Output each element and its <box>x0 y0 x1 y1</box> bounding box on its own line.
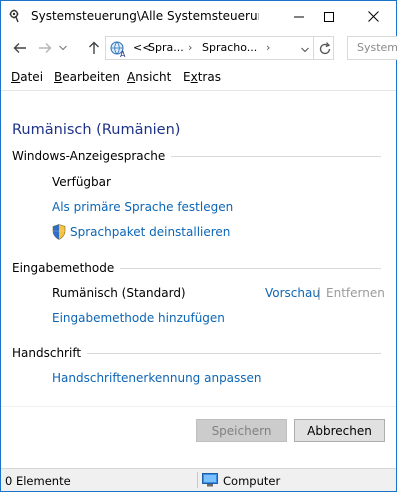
link-separator: | <box>317 286 322 300</box>
menu-bearbeiten[interactable]: Bearbeiten <box>54 70 120 84</box>
location-label: Computer <box>223 474 281 488</box>
control-panel-window: Systemsteuerung\Alle Systemsteuerungs... <box>0 0 397 492</box>
arrow-left-icon <box>13 43 26 53</box>
navigation-bar: A << Spra... › Spracho... › Systems <box>1 32 397 64</box>
add-input-method-link[interactable]: Eingabemethode hinzufügen <box>52 311 225 325</box>
footer-divider <box>1 406 396 407</box>
address-dropdown-icon[interactable] <box>301 47 309 53</box>
section-heading-handwriting: Handschrift <box>12 346 88 360</box>
uac-shield-icon <box>52 224 66 240</box>
menu-datei-label: atei <box>20 70 44 84</box>
breadcrumb-chevron-icon[interactable]: › <box>188 41 192 54</box>
input-method-name: Rumänisch (Standard) <box>52 286 186 300</box>
status-divider <box>197 472 198 488</box>
back-button[interactable] <box>9 37 31 59</box>
maximize-button[interactable] <box>309 1 349 32</box>
title-bar[interactable]: Systemsteuerung\Alle Systemsteuerungs... <box>1 1 396 32</box>
customize-handwriting-link[interactable]: Handschriftenerkennung anpassen <box>52 371 262 385</box>
display-language-status: Verfügbar <box>52 175 111 189</box>
breadcrumb-chevron-icon[interactable]: › <box>266 41 270 54</box>
section-heading-display-language: Windows-Anzeigesprache <box>12 149 172 163</box>
forward-button[interactable] <box>34 37 56 59</box>
cancel-button[interactable]: Abbrechen <box>294 419 385 442</box>
menu-bearbeiten-label: earbeiten <box>62 70 120 84</box>
computer-icon <box>202 473 218 487</box>
menu-extras-label: tras <box>197 70 221 84</box>
control-panel-icon <box>9 9 19 23</box>
section-heading-input-method: Eingabemethode <box>12 261 121 275</box>
preview-link[interactable]: Vorschau <box>265 286 320 300</box>
main-content: Rumänisch (Rumänien) Windows-Anzeigespra… <box>1 91 396 403</box>
remove-link[interactable]: Entfernen <box>326 286 385 300</box>
search-input[interactable]: Systems <box>347 36 397 60</box>
window-title: Systemsteuerung\Alle Systemsteuerungs... <box>31 9 259 23</box>
close-button[interactable] <box>353 1 393 32</box>
status-bar: 0 Elemente Computer <box>1 468 396 491</box>
chevron-down-icon <box>59 45 67 51</box>
uninstall-language-pack-link[interactable]: Sprachpaket deinstallieren <box>70 225 230 239</box>
section-divider <box>78 353 381 354</box>
menu-ansicht[interactable]: Ansicht <box>127 70 171 84</box>
language-icon: A <box>110 41 126 58</box>
arrow-right-icon <box>39 43 52 53</box>
breadcrumb-segment-language[interactable]: Spra... <box>148 41 184 54</box>
section-divider <box>108 268 381 269</box>
menu-extras[interactable]: Extras <box>183 70 221 84</box>
recent-locations-button[interactable] <box>56 37 70 59</box>
arrow-up-icon <box>89 41 99 54</box>
address-bar[interactable]: A << Spra... › Spracho... › <box>105 36 334 60</box>
address-divider <box>313 36 314 60</box>
menu-ansicht-label: nsicht <box>135 70 172 84</box>
breadcrumb-segment-language-options[interactable]: Spracho... <box>202 41 257 54</box>
up-button[interactable] <box>83 37 105 59</box>
set-primary-language-link[interactable]: Als primäre Sprache festlegen <box>52 200 233 214</box>
page-title: Rumänisch (Rumänien) <box>12 122 181 138</box>
minimize-icon <box>294 16 304 17</box>
maximize-icon <box>324 11 334 22</box>
menu-datei[interactable]: Datei <box>11 70 43 84</box>
menu-bar: Datei Bearbeiten Ansicht Extras <box>1 67 396 89</box>
section-divider <box>151 156 381 157</box>
item-count: 0 Elemente <box>5 474 71 488</box>
refresh-icon[interactable] <box>317 41 333 57</box>
close-icon <box>367 11 379 22</box>
save-button[interactable]: Speichern <box>196 419 287 442</box>
svg-text:A: A <box>120 50 126 58</box>
